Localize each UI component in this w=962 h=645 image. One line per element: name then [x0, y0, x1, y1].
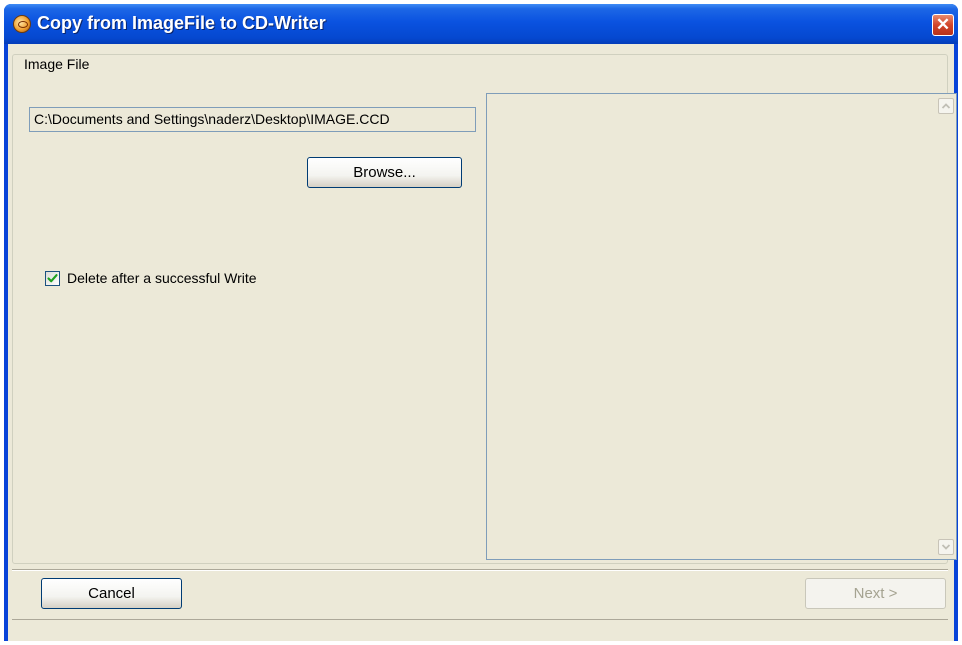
window-title: Copy from ImageFile to CD-Writer [37, 13, 326, 33]
cancel-button[interactable]: Cancel [41, 578, 182, 609]
title-bar[interactable]: Copy from ImageFile to CD-Writer ✕ [4, 4, 958, 44]
checkmark-icon [47, 274, 58, 283]
scroll-down-button[interactable] [938, 539, 954, 555]
close-button[interactable]: ✕ [932, 14, 954, 36]
image-file-groupbox: Image File C:\Documents and Settings\nad… [12, 54, 957, 564]
delete-after-write-label: Delete after a successful Write [67, 270, 257, 286]
next-button[interactable]: Next > [805, 578, 946, 609]
dialog-window: Copy from ImageFile to CD-Writer ✕ Image… [4, 4, 958, 641]
delete-after-write-checkbox[interactable] [45, 271, 60, 286]
footer-separator [12, 569, 948, 571]
vertical-scrollbar[interactable] [936, 94, 956, 559]
details-listbox[interactable] [486, 93, 957, 560]
image-file-path-field[interactable]: C:\Documents and Settings\naderz\Desktop… [29, 107, 476, 132]
chevron-up-icon [941, 103, 951, 109]
scroll-up-button[interactable] [938, 98, 954, 114]
image-file-group-label: Image File [23, 56, 91, 72]
browse-button[interactable]: Browse... [307, 157, 462, 188]
dialog-client-area: Image File C:\Documents and Settings\nad… [8, 44, 957, 641]
status-bar [12, 619, 948, 640]
cd-writer-app-icon [13, 15, 31, 33]
chevron-down-icon [941, 544, 951, 550]
